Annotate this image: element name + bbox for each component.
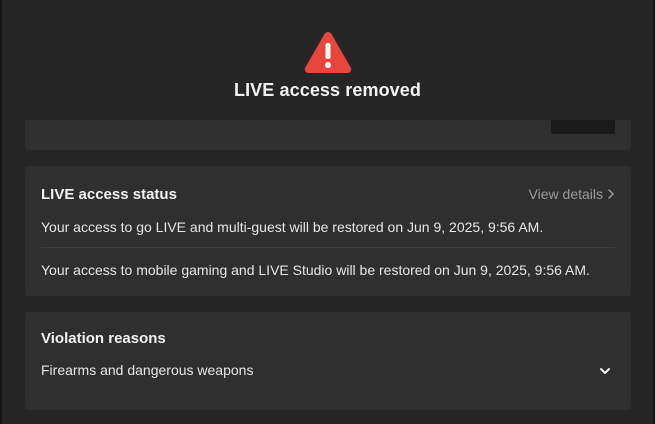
status-heading: LIVE access status [41, 186, 177, 203]
violation-reason-row[interactable]: Firearms and dangerous weapons [41, 362, 615, 382]
view-details-label: View details [528, 186, 603, 202]
page-title: LIVE access removed [233, 80, 421, 100]
action-button[interactable] [551, 120, 615, 134]
violation-heading: Violation reasons [41, 330, 166, 347]
warning-triangle-icon [304, 32, 352, 73]
status-line-mobile-gaming-studio: Your access to mobile gaming and LIVE St… [41, 262, 590, 278]
status-line-live-multi-guest: Your access to go LIVE and multi-guest w… [41, 219, 544, 235]
chevron-down-icon[interactable] [599, 366, 611, 376]
previous-card [25, 120, 631, 150]
header: LIVE access removed [0, 0, 655, 120]
chevron-right-icon [608, 189, 614, 199]
view-details-link[interactable]: View details [529, 186, 615, 202]
violation-reasons-card: Violation reasons Firearms and dangerous… [25, 312, 631, 410]
divider [41, 247, 615, 248]
live-access-removed-page: LIVE access removed LIVE access status V… [0, 0, 655, 424]
violation-reason-text: Firearms and dangerous weapons [41, 362, 254, 378]
live-access-status-card: LIVE access status View details Your acc… [25, 166, 631, 296]
